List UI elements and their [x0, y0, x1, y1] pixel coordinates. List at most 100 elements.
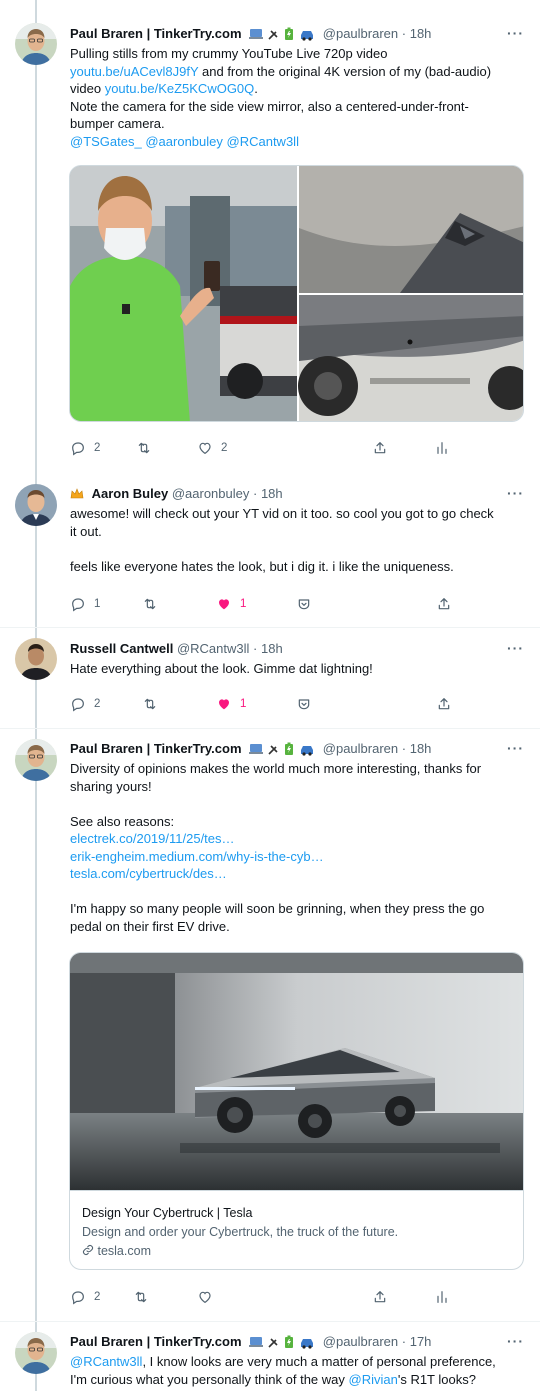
heart-icon [197, 440, 213, 456]
name-emoji-badges [249, 742, 317, 758]
link-icon [82, 1244, 94, 1256]
analytics-button[interactable] [434, 1287, 450, 1307]
tip-icon [296, 596, 312, 612]
tweet[interactable]: Paul Braren | TinkerTry.com @paulbraren … [0, 729, 540, 1322]
like-button[interactable] [197, 1287, 213, 1307]
like-button[interactable]: 1 [216, 594, 246, 614]
plug-emoji [268, 745, 278, 755]
share-icon [372, 440, 388, 456]
analytics-button[interactable] [434, 438, 450, 458]
retweet-button[interactable] [142, 594, 158, 614]
tweet-header: Russell Cantwell @RCantw3ll · 18h [70, 640, 524, 658]
share-icon [436, 596, 452, 612]
retweet-icon [133, 1289, 149, 1305]
analytics-icon [434, 1289, 450, 1305]
reply-icon [70, 440, 86, 456]
external-link[interactable]: erik-engheim.medium.com/why-is-the-cyb… [70, 849, 324, 864]
separator-dot: · [253, 641, 258, 656]
heart-icon [197, 1289, 213, 1305]
mention-link[interactable]: @RCantw3ll [227, 134, 299, 149]
timestamp[interactable]: 18h [410, 26, 432, 41]
plug-emoji [268, 1338, 278, 1348]
media-photo-bumper-camera[interactable] [298, 295, 524, 422]
tweet[interactable]: Aaron Buley @aaronbuley · 18h ··· awesom… [0, 474, 540, 628]
tweet-media-grid[interactable] [69, 165, 524, 422]
user-handle[interactable]: @RCantw3ll [177, 641, 249, 656]
user-handle[interactable]: @aaronbuley [172, 486, 250, 501]
reply-button[interactable]: 2 [70, 1287, 100, 1307]
tweet-text: Diversity of opinions makes the world mu… [70, 761, 485, 934]
share-button[interactable] [372, 1287, 388, 1307]
media-photo-man-filming[interactable] [70, 166, 297, 422]
reply-button[interactable]: 2 [70, 438, 100, 458]
reply-icon [70, 696, 86, 712]
tweet[interactable]: Russell Cantwell @RCantw3ll · 18h ··· Ha… [0, 628, 540, 729]
laptop-emoji [249, 744, 264, 754]
more-options-icon[interactable]: ··· [507, 485, 524, 501]
more-options-icon[interactable]: ··· [507, 1333, 524, 1349]
tweet-text: Hate everything about the look. Gimme da… [70, 661, 373, 676]
retweet-button[interactable] [142, 694, 158, 714]
tip-button[interactable] [296, 694, 312, 714]
reply-count: 1 [94, 598, 101, 610]
mention-link[interactable]: @aaronbuley [145, 134, 223, 149]
avatar[interactable] [15, 739, 57, 781]
external-link[interactable]: tesla.com/cybertruck/des… [70, 866, 227, 881]
like-button[interactable]: 2 [197, 438, 227, 458]
more-options-icon[interactable]: ··· [507, 640, 524, 656]
like-count: 2 [221, 442, 228, 454]
timestamp[interactable]: 18h [261, 486, 283, 501]
user-handle[interactable]: @paulbraren [323, 741, 398, 756]
tip-icon [296, 696, 312, 712]
separator-dot: · [401, 26, 407, 41]
timestamp[interactable]: 18h [410, 741, 432, 756]
share-button[interactable] [436, 694, 452, 714]
avatar[interactable] [15, 638, 57, 680]
reply-button[interactable]: 1 [70, 594, 100, 614]
tweet-header: Paul Braren | TinkerTry.com @paulbraren … [70, 740, 524, 758]
timestamp[interactable]: 17h [410, 1334, 432, 1349]
display-name[interactable]: Paul Braren | TinkerTry.com [70, 26, 242, 41]
tip-button[interactable] [296, 594, 312, 614]
youtube-link[interactable]: youtu.be/uACevl8J9fY [70, 64, 198, 79]
reply-icon [70, 596, 86, 612]
share-button[interactable] [436, 594, 452, 614]
timestamp[interactable]: 18h [261, 641, 283, 656]
avatar[interactable] [15, 1332, 57, 1374]
name-emoji-badges [249, 27, 317, 43]
external-link[interactable]: electrek.co/2019/11/25/tes… [70, 831, 235, 846]
like-count: 1 [240, 598, 247, 610]
like-button[interactable]: 1 [216, 694, 246, 714]
mention-link[interactable]: @Rivian [349, 1372, 398, 1387]
reply-count: 2 [94, 442, 101, 454]
retweet-button[interactable] [136, 438, 152, 458]
tweet-actions: 2 1 [70, 694, 524, 714]
avatar[interactable] [15, 23, 57, 65]
media-photo-mirror-camera[interactable] [299, 166, 524, 293]
user-handle[interactable]: @paulbraren [323, 1334, 398, 1349]
share-button[interactable] [372, 438, 388, 458]
tweet[interactable]: Paul Braren | TinkerTry.com @paulbraren … [0, 0, 540, 474]
avatar[interactable] [15, 484, 57, 526]
user-handle[interactable]: @paulbraren [323, 26, 398, 41]
more-options-icon[interactable]: ··· [507, 740, 524, 756]
share-icon [372, 1289, 388, 1305]
analytics-icon [434, 440, 450, 456]
tweet-header: Aaron Buley @aaronbuley · 18h [70, 485, 524, 503]
display-name[interactable]: Russell Cantwell [70, 641, 173, 656]
retweet-button[interactable] [133, 1287, 149, 1307]
heart-filled-icon [216, 696, 232, 712]
display-name[interactable]: Aaron Buley [92, 486, 169, 501]
youtube-link[interactable]: youtu.be/KeZ5KCwOG0Q [105, 81, 255, 96]
heart-filled-icon [216, 596, 232, 612]
link-preview-card[interactable]: Design Your Cybertruck | Tesla Design an… [69, 952, 524, 1270]
tweet[interactable]: Paul Braren | TinkerTry.com @paulbraren … [0, 1322, 540, 1391]
reply-button[interactable]: 2 [70, 694, 100, 714]
car-emoji [301, 746, 314, 756]
display-name[interactable]: Paul Braren | TinkerTry.com [70, 741, 242, 756]
more-options-icon[interactable]: ··· [507, 25, 524, 41]
battery-emoji [285, 27, 294, 40]
mention-link[interactable]: @TSGates_ [70, 134, 142, 149]
mention-link[interactable]: @RCantw3ll [70, 1354, 142, 1369]
display-name[interactable]: Paul Braren | TinkerTry.com [70, 1334, 242, 1349]
